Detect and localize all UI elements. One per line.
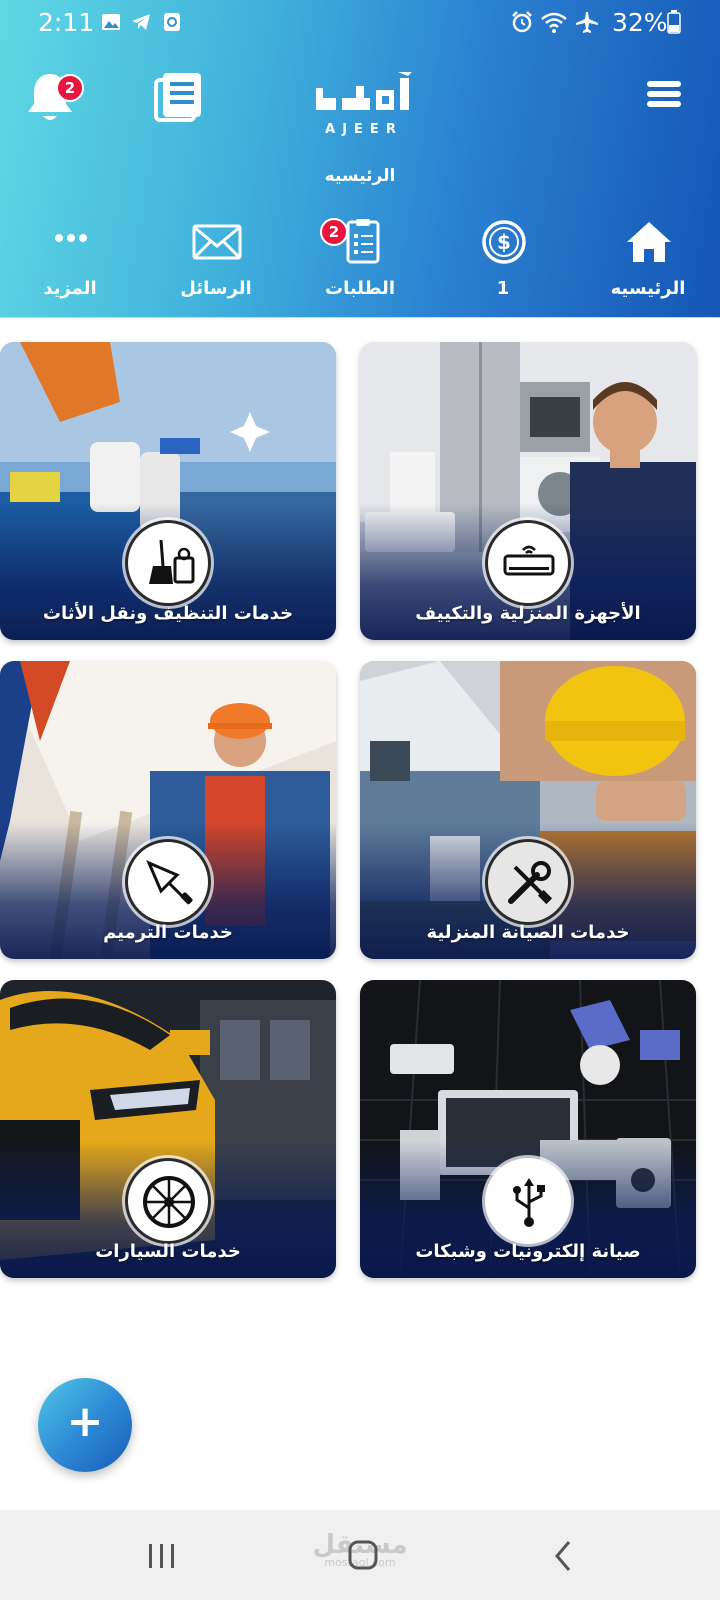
service-card-cleaning[interactable]: خدمات التنظيف ونقل الأثاث	[0, 342, 336, 640]
battery-icon	[667, 10, 681, 34]
orders-document-icon	[154, 73, 201, 122]
service-card-electronics[interactable]: صيانة إلكترونيات وشبكات	[360, 980, 696, 1278]
menu-button[interactable]	[646, 78, 686, 114]
app-icon	[164, 13, 180, 31]
more-dots-icon	[55, 234, 87, 242]
wrench-screwdriver-icon	[508, 861, 553, 905]
menu-icon	[647, 81, 681, 107]
broom-bucket-icon	[149, 539, 195, 584]
svg-text:$: $	[497, 230, 511, 254]
back-icon[interactable]	[535, 1534, 595, 1578]
quick-nav-messages[interactable]: الرسائل	[156, 218, 276, 308]
service-icon-badge	[485, 839, 571, 925]
status-bar: 2:11 32%	[0, 0, 720, 44]
quick-nav-label: الرئيسيه	[610, 278, 686, 299]
service-card-cars[interactable]: خدمات السيارات	[0, 980, 336, 1278]
orders-badge: 2	[320, 218, 348, 246]
gallery-icon	[102, 14, 120, 30]
home-icon	[627, 222, 671, 262]
service-icon-badge	[125, 839, 211, 925]
notifications-button[interactable]: 2	[24, 70, 84, 126]
quick-nav-balance[interactable]: $ 1	[443, 218, 563, 308]
service-icon-badge	[125, 520, 211, 606]
quick-nav-label: الرسائل	[180, 278, 252, 299]
quick-nav-orders[interactable]: 2 الطلبات	[300, 218, 420, 308]
plus-icon: +	[66, 1396, 104, 1447]
wifi-icon	[541, 12, 567, 33]
app-header: 2:11 32% 2 AJEER الرئيسيه المزيد الرسائل…	[0, 0, 720, 318]
alarm-icon	[512, 11, 532, 33]
ajeer-logo: AJEER	[312, 70, 416, 150]
service-card-label: خدمات الصيانة المنزلية	[426, 922, 630, 943]
dollar-coin-icon: $	[482, 220, 526, 264]
service-icon-badge	[485, 1158, 571, 1244]
recent-apps-icon[interactable]	[132, 1534, 192, 1578]
service-card-label: خدمات الترميم	[103, 922, 233, 943]
service-card-label: الأجهزة المنزلية والتكييف	[415, 603, 641, 624]
envelope-icon	[192, 224, 242, 260]
quick-nav-home[interactable]: الرئيسيه	[588, 218, 708, 308]
home-button-icon[interactable]	[333, 1534, 393, 1578]
battery-percent: 32%	[612, 8, 668, 37]
service-card-renovation[interactable]: خدمات الترميم	[0, 661, 336, 959]
quick-nav-label: الطلبات	[324, 278, 395, 299]
page-title: الرئيسيه	[324, 166, 396, 186]
wheel-icon	[143, 1176, 195, 1228]
logo-text: AJEER	[325, 122, 403, 137]
service-card-label: خدمات السيارات	[95, 1241, 241, 1262]
balance-value: 1	[496, 278, 510, 299]
air-conditioner-icon	[503, 545, 555, 576]
system-navigation-bar: مستقل mostaql.com	[0, 1510, 720, 1600]
add-request-button[interactable]: +	[38, 1378, 132, 1472]
orders-document-button[interactable]	[152, 70, 206, 124]
telegram-icon	[132, 14, 150, 30]
top-app-bar: 2 AJEER	[0, 50, 720, 160]
service-card-label: صيانة إلكترونيات وشبكات	[415, 1241, 641, 1262]
trowel-icon	[146, 860, 193, 905]
service-card-label: خدمات التنظيف ونقل الأثاث	[42, 603, 294, 624]
service-icon-badge	[485, 520, 571, 606]
service-card-appliances[interactable]: الأجهزة المنزلية والتكييف	[360, 342, 696, 640]
airplane-icon	[576, 12, 598, 33]
quick-nav-label: المزيد	[43, 278, 97, 299]
quick-nav-more[interactable]: المزيد	[10, 218, 130, 308]
usb-icon	[513, 1178, 545, 1227]
status-time: 2:11	[38, 8, 95, 37]
notifications-badge: 2	[56, 74, 84, 102]
quick-nav: المزيد الرسائل 2 الطلبات $ 1 الرئيسيه	[0, 218, 720, 308]
logo-mark	[316, 72, 412, 110]
service-icon-badge	[125, 1158, 211, 1244]
service-card-home-maintenance[interactable]: خدمات الصيانة المنزلية	[360, 661, 696, 959]
